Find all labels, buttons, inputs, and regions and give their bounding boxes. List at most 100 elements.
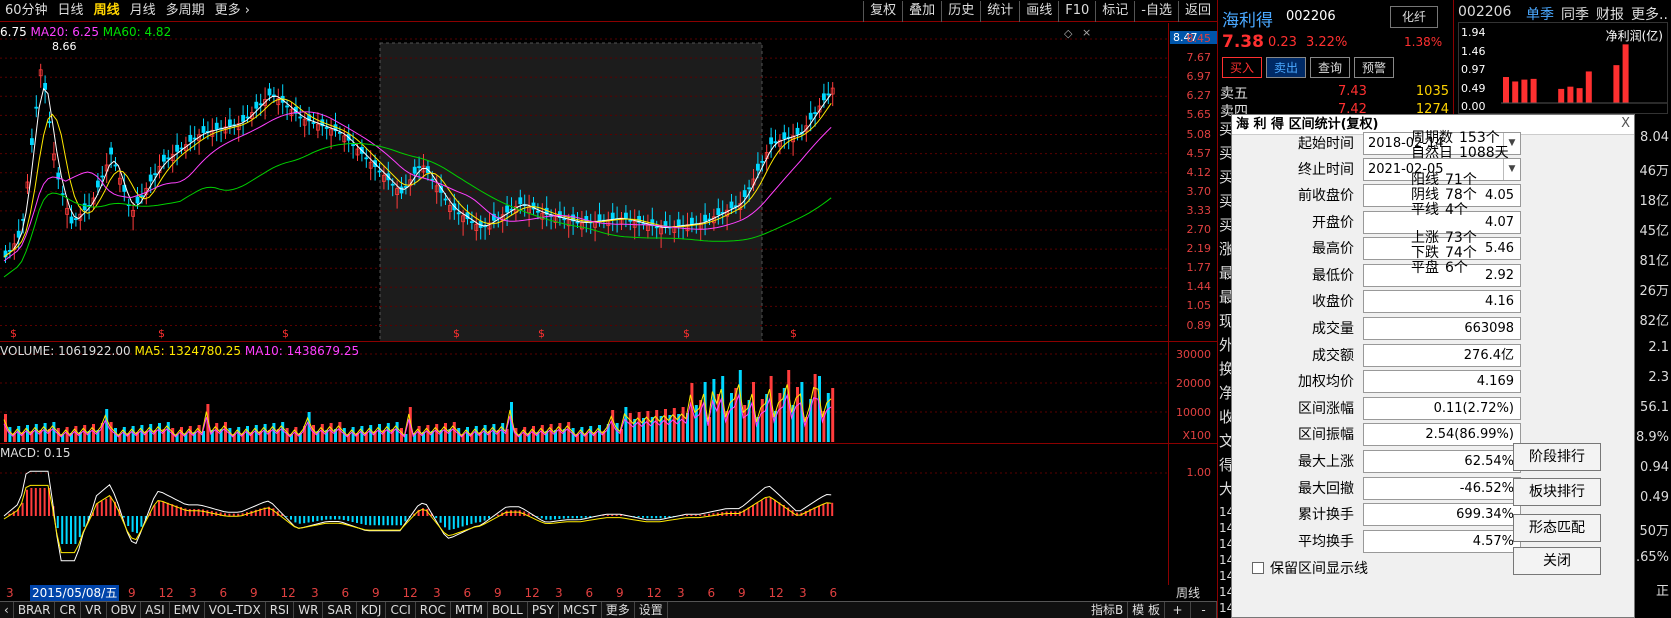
tab-fin-more[interactable]: 更多.. (1631, 4, 1668, 24)
candle-body (100, 175, 105, 178)
candle-body (412, 166, 417, 174)
close-button[interactable]: 关闭 (1513, 547, 1601, 575)
net-profit-bar (1622, 44, 1629, 103)
tab-mcst[interactable]: MCST (559, 602, 602, 618)
back-button[interactable]: 返回 (1177, 1, 1217, 22)
volume-panel[interactable]: VOLUME: 1061922.00 MA5: 1324780.25 MA10:… (0, 342, 1168, 443)
time-tick: 12 (280, 586, 296, 600)
tab-more[interactable]: 更多 › (210, 0, 255, 22)
vol-unit: X100 (1182, 429, 1211, 442)
tab-quarter[interactable]: 单季 (1526, 4, 1554, 24)
zoom-out-button[interactable]: - (1191, 602, 1217, 618)
tab-daily[interactable]: 日线 (53, 0, 89, 22)
time-tick: 12 (402, 586, 418, 600)
keep-range-checkbox[interactable] (1252, 562, 1264, 574)
pattern-match-button[interactable]: 形态匹配 (1513, 514, 1601, 542)
candle-body (135, 196, 140, 204)
s-marker: $ (538, 327, 545, 340)
tab-sar[interactable]: SAR (323, 602, 357, 618)
volume-bar (637, 412, 641, 442)
tab-obv[interactable]: OBV (107, 602, 142, 618)
tab-settings[interactable]: 设置 (635, 602, 668, 618)
tab-cr[interactable]: CR (55, 602, 82, 618)
sell-button[interactable]: 卖出 (1266, 57, 1307, 78)
tab-multi-period[interactable]: 多周期 (161, 0, 210, 22)
candle-body (60, 193, 65, 196)
fin-side-value: 2.1 (1648, 340, 1669, 355)
diamond-icon[interactable]: ◇ (1064, 27, 1072, 40)
close-small-icon[interactable]: × (1082, 26, 1091, 39)
time-tick: 3 (677, 586, 685, 600)
vol-ma5: MA5: 1324780.25 (134, 344, 242, 358)
tab-emv[interactable]: EMV (170, 602, 205, 618)
alert-button[interactable]: 预警 (1354, 57, 1395, 78)
tab-report[interactable]: 财报 (1596, 4, 1624, 24)
buy-button[interactable]: 买入 (1222, 57, 1263, 78)
tab-vol-tdx[interactable]: VOL-TDX (205, 602, 266, 618)
price-ytick: 1.05 (1186, 299, 1212, 313)
candle-body (822, 93, 826, 101)
tab-60min[interactable]: 60分钟 (0, 0, 53, 22)
stat-label: 自然日 (1411, 145, 1453, 161)
tab-more[interactable]: 更多 (602, 602, 635, 618)
price-chart-panel[interactable]: $ $ $ $ $ $ $ 6.75 MA20: 6.25 MA60: 4.82 8.66 … (0, 23, 1168, 341)
tab-arrow-icon[interactable]: ‹ (0, 602, 14, 618)
history-button[interactable]: 历史 (941, 1, 980, 22)
time-tick: 9 (738, 586, 746, 600)
stat-label: 阴线 (1411, 187, 1439, 203)
tab-vr[interactable]: VR (81, 602, 107, 618)
field-value: 276.4亿 (1363, 343, 1521, 367)
watchlist-button[interactable]: -自选 (1134, 1, 1178, 22)
template-button[interactable]: 模 板 (1128, 602, 1165, 618)
draw-button[interactable]: 画线 (1019, 1, 1058, 22)
fuquan-button[interactable]: 复权 (863, 1, 902, 22)
keep-range-option[interactable]: 保留区间显示线 (1252, 558, 1368, 578)
time-tick: 9 (250, 586, 258, 600)
indicator-b-button[interactable]: 指标B (1087, 602, 1129, 618)
dialog-close-icon[interactable]: X (1621, 116, 1630, 131)
stat-value: 74个 (1445, 245, 1477, 261)
mark-button[interactable]: 标记 (1095, 1, 1134, 22)
tab-brar[interactable]: BRAR (14, 602, 56, 618)
field-label: 最大上涨 (1298, 454, 1354, 470)
cursor-date: 2015/05/08/五 (30, 585, 120, 601)
net-profit-bar (1585, 71, 1592, 103)
s-marker: $ (790, 327, 797, 340)
tool-buttons: 复权 叠加 历史 统计 画线 F10 标记 -自选 返回 (863, 0, 1217, 22)
candle-body (690, 217, 694, 225)
overlay-button[interactable]: 叠加 (902, 1, 941, 22)
tab-kdj[interactable]: KDJ (357, 602, 387, 618)
tab-asi[interactable]: ASI (141, 602, 170, 618)
tab-rsi[interactable]: RSI (266, 602, 295, 618)
fin-side-value: 50万 (1639, 524, 1669, 539)
vol-ma10: MA10: 1438679.25 (244, 344, 360, 358)
tab-monthly[interactable]: 月线 (125, 0, 161, 22)
tab-roc[interactable]: ROC (416, 602, 451, 618)
tab-weekly[interactable]: 周线 (89, 0, 125, 22)
volume-bar (281, 422, 285, 442)
fin-ytick: 0.97 (1461, 63, 1486, 76)
tab-wr[interactable]: WR (294, 602, 324, 618)
candle-body (175, 144, 180, 152)
query-button[interactable]: 查询 (1310, 57, 1351, 78)
stage-rank-button[interactable]: 阶段排行 (1513, 443, 1601, 471)
time-tick: 3 (433, 586, 441, 600)
stats-button[interactable]: 统计 (980, 1, 1019, 22)
field-label: 前收盘价 (1298, 188, 1354, 204)
zoom-in-button[interactable]: + (1165, 602, 1191, 618)
macd-panel[interactable]: MACD: 0.15 (0, 444, 1168, 585)
candle-body (469, 221, 474, 224)
tab-cci[interactable]: CCI (386, 602, 416, 618)
stat-row-8: 区间涨幅 0.11(2.72%) (1232, 396, 1521, 422)
sector-rank-button[interactable]: 板块排行 (1513, 478, 1601, 506)
candle-body (773, 141, 778, 144)
field-value: 4.169 (1363, 370, 1521, 394)
f10-button[interactable]: F10 (1058, 1, 1095, 22)
sector-tag[interactable]: 化纤 (1390, 6, 1438, 28)
tab-mtm[interactable]: MTM (451, 602, 488, 618)
period-label: 周线 (1176, 586, 1201, 600)
tab-psy[interactable]: PSY (528, 602, 560, 618)
tab-same-quarter[interactable]: 同季 (1561, 4, 1589, 24)
tab-boll[interactable]: BOLL (488, 602, 528, 618)
net-profit-bar (1576, 88, 1583, 103)
